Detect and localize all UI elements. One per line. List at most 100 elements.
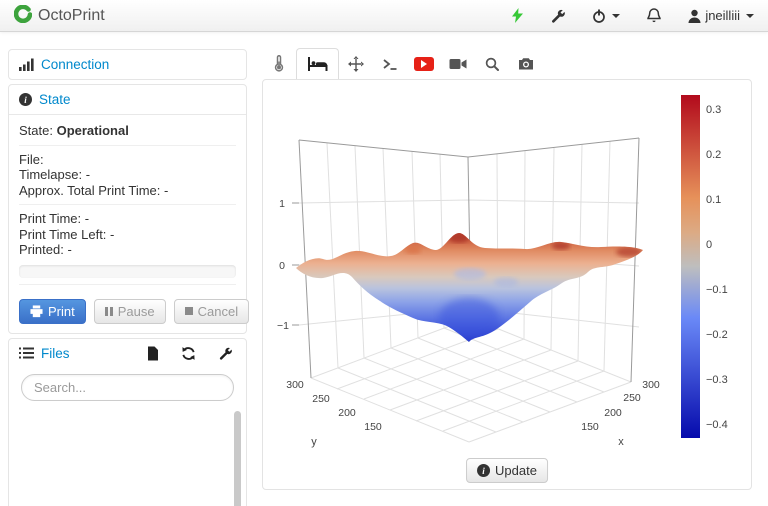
printed-label: Printed:	[19, 242, 64, 257]
connection-panel-title[interactable]: Connection	[41, 57, 109, 72]
wrench-icon[interactable]	[218, 346, 232, 360]
terminal-icon	[382, 57, 398, 71]
colorbar-tick: 0.2	[706, 149, 746, 161]
connection-panel: Connection	[8, 49, 247, 80]
notifications-bell-icon[interactable]	[647, 8, 661, 23]
state-value: Operational	[57, 123, 129, 138]
approx-total-print-time-label: Approx. Total Print Time:	[19, 183, 160, 198]
bed-icon	[308, 57, 328, 72]
cancel-button[interactable]: Cancel	[174, 299, 249, 324]
x-axis-title: x	[618, 436, 624, 448]
tab-camera[interactable]	[509, 48, 543, 79]
pause-icon	[105, 307, 113, 316]
tab-temperature[interactable]	[262, 48, 296, 79]
z-tick-1: 1	[279, 198, 285, 210]
y-axis-title: y	[311, 436, 317, 448]
files-panel-title[interactable]: Files	[41, 346, 70, 361]
file-icon[interactable]	[147, 346, 159, 361]
colorbar-tick: 0	[706, 239, 746, 251]
tab-bar	[262, 48, 752, 79]
signal-icon	[19, 58, 34, 71]
print-time-left-label: Print Time Left:	[19, 227, 106, 242]
search-icon	[485, 57, 499, 71]
z-tick-neg1: −1	[277, 320, 289, 332]
x-tick-300: 300	[642, 379, 660, 391]
state-panel: i State State: Operational File: Timelap…	[8, 84, 247, 334]
printer-icon	[30, 305, 43, 318]
files-scrollbar[interactable]	[234, 411, 241, 506]
chevron-down-icon	[746, 14, 754, 18]
state-panel-title[interactable]: State	[39, 92, 71, 107]
list-icon	[19, 347, 34, 359]
username-label: jneilliii	[705, 8, 740, 23]
print-progress-bar	[19, 265, 236, 278]
tab-control[interactable]	[339, 48, 373, 79]
user-menu[interactable]: jneilliii	[688, 8, 754, 23]
surface-plot-3d[interactable]: 1 0 −1 300 250 200 150 y 300 250 200 150…	[263, 80, 753, 491]
files-panel-actions	[147, 346, 236, 361]
print-time-label: Print Time:	[19, 211, 81, 226]
bed-visualizer-panel: 1 0 −1 300 250 200 150 y 300 250 200 150…	[262, 79, 752, 490]
y-tick-200: 200	[338, 407, 356, 419]
colorbar-tick: 0.3	[706, 104, 746, 116]
print-time-value: -	[85, 211, 89, 226]
top-navbar: OctoPrint jneilliii	[0, 0, 768, 32]
surface-mesh	[296, 233, 643, 342]
youtube-icon	[414, 57, 434, 71]
printed-value: -	[67, 242, 71, 257]
navbar-actions: jneilliii	[512, 8, 754, 23]
colorbar-tick: −0.2	[706, 329, 746, 341]
power-status-bolt-icon[interactable]	[512, 8, 523, 23]
stop-icon	[185, 307, 193, 315]
files-panel-header: Files	[9, 339, 246, 368]
colorbar-tick: −0.3	[706, 374, 746, 386]
x-tick-150: 150	[581, 421, 599, 433]
chevron-down-icon	[612, 14, 620, 18]
files-list	[9, 409, 246, 506]
state-panel-body: State: Operational File: Timelapse: - Ap…	[9, 115, 246, 333]
octoprint-brand[interactable]: OctoPrint	[14, 5, 105, 26]
video-camera-icon	[449, 58, 467, 70]
state-panel-header[interactable]: i State	[9, 85, 246, 115]
tab-bed-visualizer[interactable]	[296, 48, 339, 79]
colorbar-tick: −0.4	[706, 419, 746, 431]
info-icon: i	[477, 464, 490, 477]
sidebar: Connection i State State: Operational Fi…	[8, 49, 247, 506]
refresh-icon[interactable]	[181, 346, 196, 361]
tab-youtube[interactable]	[407, 48, 441, 79]
print-button[interactable]: Print	[19, 299, 86, 324]
file-label: File:	[19, 152, 236, 168]
timelapse-value: -	[86, 167, 90, 182]
thermometer-icon	[273, 55, 285, 72]
settings-wrench-icon[interactable]	[550, 8, 565, 23]
x-tick-200: 200	[604, 407, 622, 419]
colorbar	[681, 95, 700, 438]
print-time-left-value: -	[110, 227, 114, 242]
system-power-menu[interactable]	[592, 9, 620, 23]
state-label: State:	[19, 123, 53, 138]
files-panel: Files	[8, 338, 247, 506]
main-content: 1 0 −1 300 250 200 150 y 300 250 200 150…	[262, 48, 752, 490]
pause-button[interactable]: Pause	[94, 299, 166, 324]
power-icon	[592, 9, 606, 23]
camera-icon	[518, 57, 534, 70]
colorbar-tick: −0.1	[706, 284, 746, 296]
info-icon: i	[19, 93, 32, 106]
brand-title: OctoPrint	[38, 7, 105, 25]
y-tick-150: 150	[364, 421, 382, 433]
user-icon	[688, 9, 701, 23]
colorbar-tick: 0.1	[706, 194, 746, 206]
tab-webcam[interactable]	[441, 48, 475, 79]
file-search-input[interactable]	[21, 374, 234, 401]
move-arrows-icon	[348, 56, 364, 72]
connection-panel-header[interactable]: Connection	[9, 50, 246, 79]
tab-terminal[interactable]	[373, 48, 407, 79]
octoprint-logo-icon	[14, 5, 32, 26]
approx-total-print-time-value: -	[164, 183, 168, 198]
z-tick-0: 0	[279, 260, 285, 272]
y-tick-250: 250	[312, 393, 330, 405]
update-button[interactable]: i Update	[466, 458, 548, 483]
tab-gcode-search[interactable]	[475, 48, 509, 79]
timelapse-label: Timelapse:	[19, 167, 82, 182]
x-tick-250: 250	[623, 392, 641, 404]
